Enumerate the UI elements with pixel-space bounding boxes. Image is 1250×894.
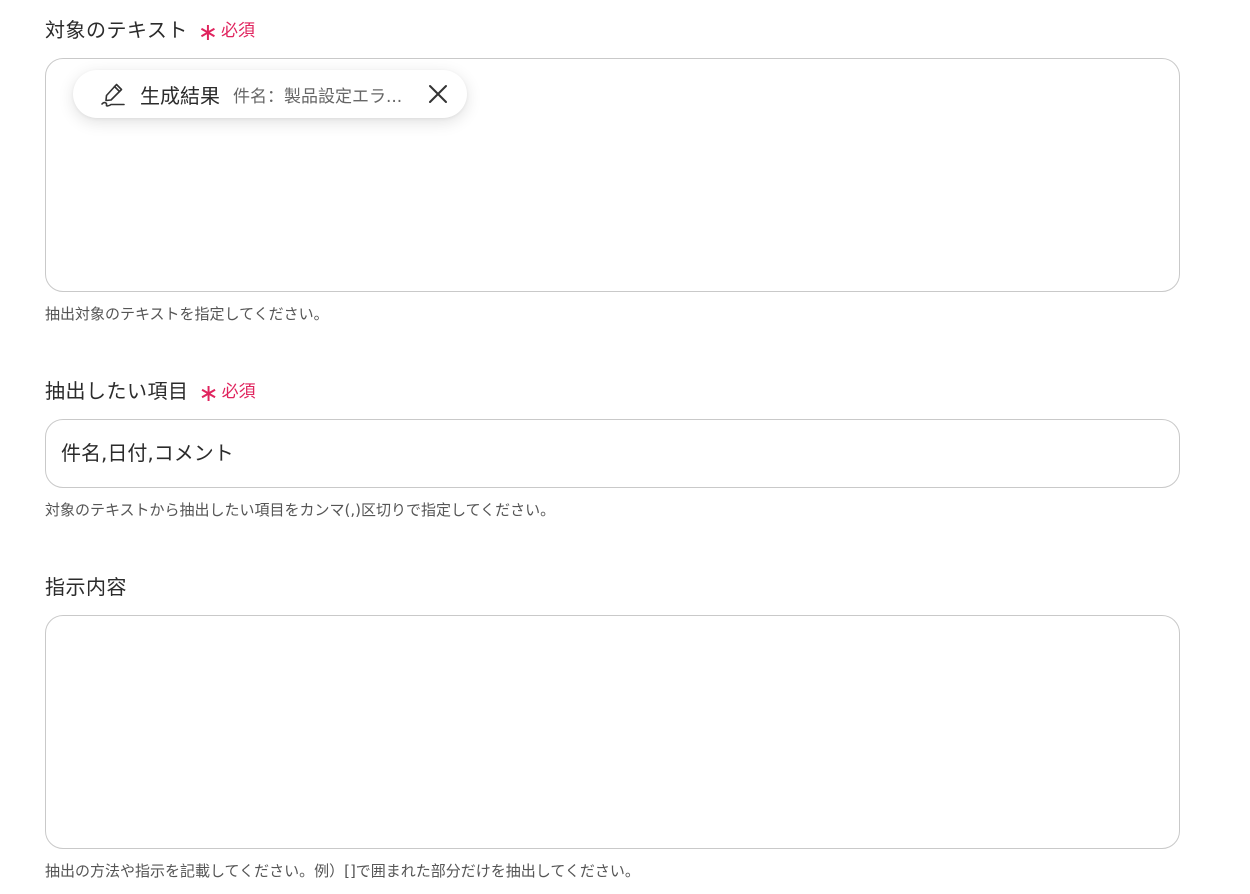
required-text: 必須: [221, 21, 256, 41]
instructions-label: 指示内容: [45, 575, 127, 599]
required-badge: ∗ 必須: [197, 16, 256, 46]
instructions-input[interactable]: [45, 615, 1180, 849]
target-text-label-row: 対象のテキスト ∗ 必須: [45, 14, 256, 46]
asterisk-icon: ∗: [198, 378, 219, 407]
required-text: 必須: [221, 382, 256, 402]
required-badge: ∗ 必須: [198, 377, 256, 407]
items-label-row: 抽出したい項目 ∗ 必須: [45, 375, 256, 407]
form-page: 対象のテキスト ∗ 必須 生成結果 件名：製品設定エラ... 抽出対象のテキスト…: [0, 0, 1250, 894]
close-icon[interactable]: [426, 82, 450, 106]
target-text-help: 抽出対象のテキストを指定してください。: [45, 305, 329, 323]
items-input[interactable]: 件名,日付,コメント: [45, 419, 1180, 488]
items-label: 抽出したい項目: [45, 379, 189, 403]
instructions-help: 抽出の方法や指示を記載してください。例）[]で囲まれた部分だけを抽出してください…: [45, 862, 640, 880]
pen-icon: [99, 80, 127, 108]
items-help: 対象のテキストから抽出したい項目をカンマ(,)区切りで指定してください。: [45, 501, 556, 519]
chip-value: 件名：製品設定エラ...: [233, 86, 403, 107]
target-text-label: 対象のテキスト: [45, 18, 188, 42]
chip-title: 生成結果: [140, 83, 220, 108]
asterisk-icon: ∗: [197, 17, 219, 46]
items-input-value: 件名,日付,コメント: [61, 441, 234, 465]
generated-result-chip[interactable]: 生成結果 件名：製品設定エラ...: [73, 70, 467, 118]
instructions-label-row: 指示内容: [45, 571, 127, 600]
